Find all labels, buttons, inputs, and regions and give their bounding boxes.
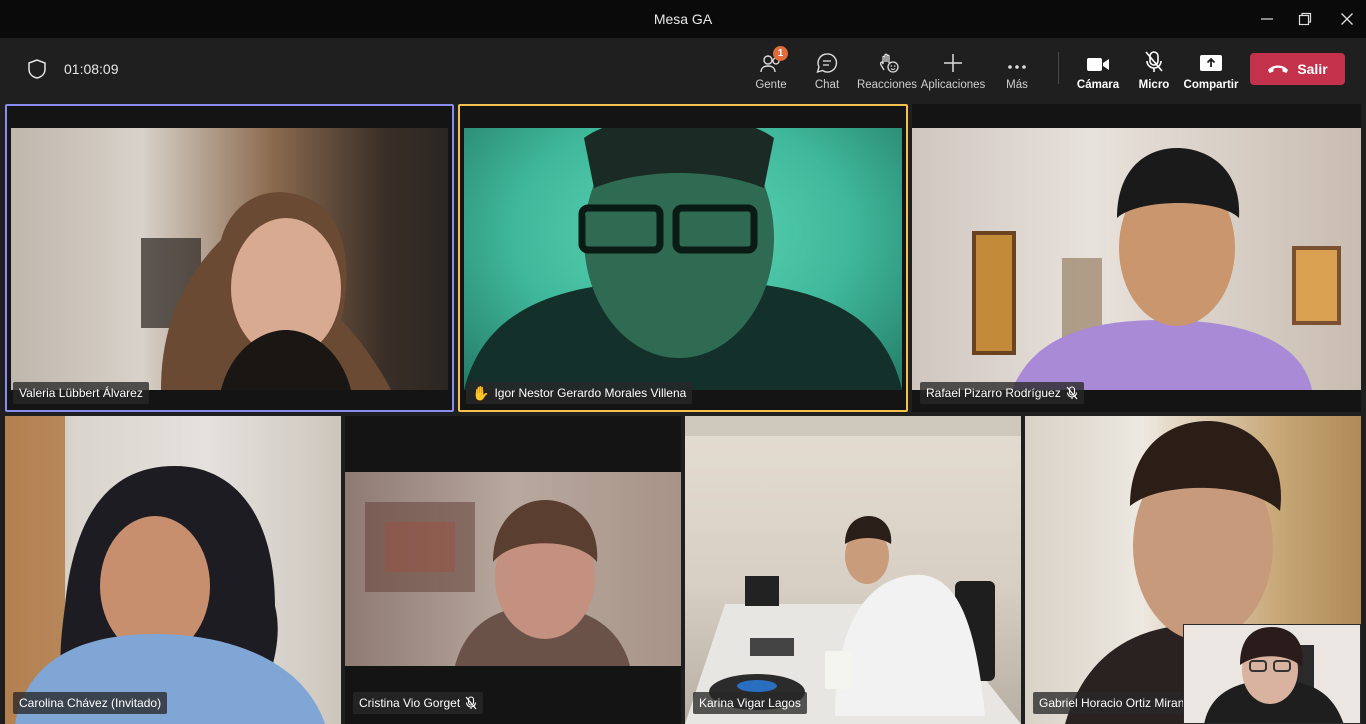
participant-name: Valeria Lübbert Álvarez — [19, 386, 143, 400]
close-icon — [1341, 13, 1353, 25]
participant-name-label: ✋ Igor Nestor Gerardo Morales Villena — [466, 382, 693, 404]
apps-label: Aplicaciones — [920, 79, 986, 91]
close-button[interactable] — [1336, 8, 1358, 30]
participant-silhouette — [685, 416, 1021, 724]
mic-button[interactable]: Micro — [1137, 48, 1171, 94]
raised-hand-icon: ✋ — [472, 385, 490, 401]
participant-name: Carolina Chávez (Invitado) — [19, 696, 162, 710]
participant-silhouette — [972, 148, 1341, 390]
shield-icon[interactable] — [26, 58, 48, 85]
participant-name: Cristina Vio Gorget — [359, 696, 461, 710]
participant-silhouette — [365, 500, 630, 666]
participant-silhouette — [5, 416, 325, 724]
more-button[interactable]: Más — [1002, 48, 1032, 94]
reactions-label: Reacciones — [856, 79, 918, 91]
participant-tile[interactable]: Cristina Vio Gorget — [345, 416, 681, 724]
plus-icon — [944, 54, 962, 72]
apps-button[interactable]: Aplicaciones — [920, 48, 986, 94]
participant-name-label: Valeria Lübbert Álvarez — [13, 382, 149, 404]
title-bar: Mesa GA — [0, 0, 1366, 38]
participant-name: Karina Vigar Lagos — [699, 696, 801, 710]
participant-tile[interactable]: Valeria Lübbert Álvarez — [5, 104, 454, 412]
toolbar-divider — [1058, 52, 1059, 84]
share-label: Compartir — [1183, 79, 1239, 91]
chat-icon — [816, 53, 838, 74]
restore-icon — [1298, 12, 1312, 26]
participant-name-label: Rafael Pizarro Rodríguez — [920, 382, 1084, 404]
participant-tile[interactable]: ✋ Igor Nestor Gerardo Morales Villena — [458, 104, 908, 412]
mic-label: Micro — [1138, 79, 1170, 91]
participant-video — [685, 416, 1021, 724]
mic-muted-icon — [1145, 51, 1163, 72]
leave-label: Salir — [1297, 61, 1328, 77]
participant-video — [345, 472, 681, 666]
more-label: Más — [1006, 79, 1028, 91]
share-button[interactable]: Compartir — [1183, 48, 1239, 94]
people-badge: 1 — [773, 46, 788, 61]
phone-hangup-icon — [1268, 65, 1289, 73]
mic-muted-icon — [1066, 386, 1078, 400]
participant-name-label: Karina Vigar Lagos — [693, 692, 807, 714]
minimize-button[interactable] — [1256, 8, 1278, 30]
participant-silhouette — [141, 192, 391, 390]
participant-name-label: Carolina Chávez (Invitado) — [13, 692, 168, 714]
minimize-icon — [1261, 18, 1273, 20]
participant-name: Gabriel Horacio Ortiz Miranda — [1039, 696, 1183, 710]
participant-tile[interactable]: Carolina Chávez (Invitado) — [5, 416, 341, 724]
meeting-toolbar: 01:08:09 1 Gente Chat Reacciones Aplicac… — [0, 38, 1366, 100]
participant-silhouette — [464, 115, 902, 390]
participant-tile[interactable]: Karina Vigar Lagos — [685, 416, 1021, 724]
people-label: Gente — [755, 79, 787, 91]
more-icon — [1008, 65, 1026, 69]
participant-video — [5, 416, 341, 724]
camera-label: Cámara — [1076, 79, 1120, 91]
people-button[interactable]: 1 Gente — [752, 46, 790, 94]
reactions-button[interactable]: Reacciones — [856, 48, 918, 94]
participant-name-label: Gabriel Horacio Ortiz Miranda — [1033, 692, 1183, 714]
camera-icon — [1087, 58, 1109, 71]
participant-name: Rafael Pizarro Rodríguez — [926, 386, 1061, 400]
leave-button[interactable]: Salir — [1250, 53, 1345, 85]
share-icon — [1200, 55, 1222, 71]
self-view-silhouette — [1184, 625, 1360, 723]
participant-name: Igor Nestor Gerardo Morales Villena — [494, 386, 687, 400]
participant-name-label: Cristina Vio Gorget — [353, 692, 484, 714]
reactions-icon — [879, 53, 899, 73]
chat-label: Chat — [814, 79, 840, 91]
camera-button[interactable]: Cámara — [1077, 48, 1119, 94]
meeting-timer: 01:08:09 — [64, 61, 119, 77]
restore-button[interactable] — [1294, 8, 1316, 30]
self-view-video[interactable] — [1183, 624, 1361, 724]
participant-tile[interactable]: Rafael Pizarro Rodríguez — [912, 104, 1361, 412]
participant-video — [912, 128, 1361, 390]
window-title: Mesa GA — [653, 11, 713, 27]
mic-muted-icon — [465, 696, 477, 710]
participant-video — [464, 115, 902, 390]
participant-video — [11, 128, 448, 390]
chat-button[interactable]: Chat — [810, 48, 844, 94]
